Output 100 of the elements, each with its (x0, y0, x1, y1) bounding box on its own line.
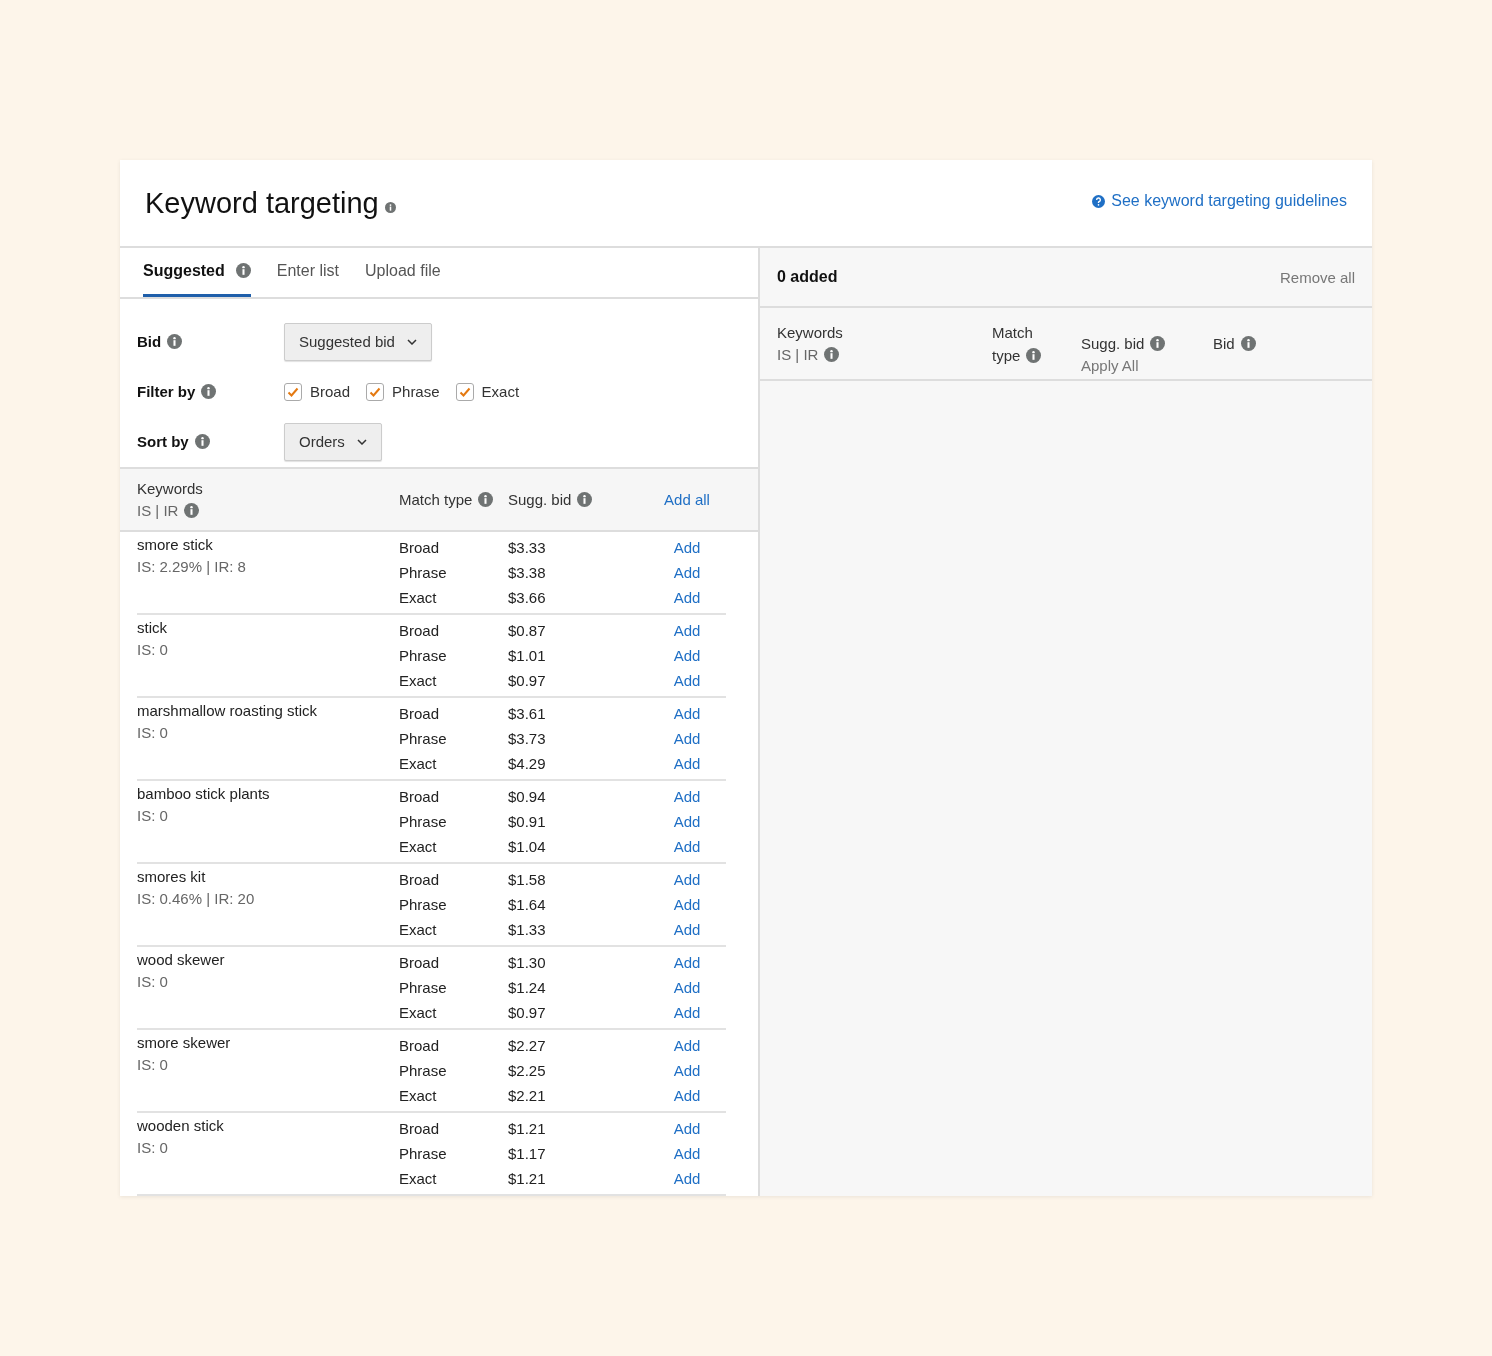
column-header: Match type (992, 323, 1033, 364)
field-label: Bid (137, 333, 162, 351)
checkbox-label: Exact (481, 383, 520, 401)
match-type-cell-text: Phrase (399, 730, 448, 747)
add-link[interactable]: Add (673, 896, 701, 913)
add-link[interactable]: Add (673, 1120, 701, 1137)
match-type-cell-text: Broad (399, 788, 441, 805)
add-link[interactable]: Add (673, 705, 701, 722)
add-link[interactable]: Add (673, 539, 701, 556)
add-all-link[interactable]: Add all (664, 490, 710, 508)
info-icon[interactable] (201, 384, 217, 400)
sort-dropdown[interactable]: Orders (284, 422, 382, 461)
info-icon[interactable] (1240, 336, 1256, 351)
add-link[interactable]: Add (673, 647, 701, 664)
add-link[interactable]: Add (673, 979, 701, 996)
add-link[interactable]: Add (673, 1062, 701, 1079)
tab[interactable]: Upload file (365, 248, 441, 297)
match-type-cell-text: Phrase (399, 1062, 448, 1079)
match-type-cell-text: Phrase (399, 896, 448, 913)
caret-icon (356, 438, 367, 445)
add-link[interactable]: Add (673, 564, 701, 581)
match-type-cell-text: Phrase (399, 979, 448, 996)
add-link[interactable]: Add (673, 730, 701, 747)
match-type-cell-text: Exact (399, 1170, 438, 1187)
match-type-cell-text: Exact (399, 589, 438, 606)
keyword-stats: IS: 2.29% | IR: 8 (137, 558, 247, 575)
info-icon[interactable] (235, 263, 251, 279)
info-icon[interactable] (478, 491, 494, 507)
add-link[interactable]: Add (673, 954, 701, 971)
match-type-cell-text: Exact (399, 1004, 438, 1021)
checkbox[interactable] (455, 382, 474, 401)
bid-cell-text: $1.17 (508, 1145, 547, 1162)
bid-cell-text: $3.66 (508, 589, 547, 606)
tab[interactable]: Enter list (276, 248, 340, 297)
remove-all-link[interactable]: Remove all (1279, 268, 1355, 286)
bid-cell-text: $4.29 (508, 755, 547, 772)
page-title: Keyword targeting (145, 186, 379, 220)
add-link[interactable]: Add (673, 788, 701, 805)
info-icon[interactable] (167, 334, 183, 350)
bid-cell-text: $1.21 (508, 1170, 547, 1187)
info-icon[interactable] (194, 434, 210, 450)
bid-cell-text: $1.58 (508, 871, 547, 888)
tab[interactable]: Suggested (143, 248, 251, 297)
guidelines-link[interactable]: See keyword targeting guidelines (1092, 192, 1347, 210)
keyword-stats: IS: 0 (137, 807, 169, 824)
match-type-cell-text: Broad (399, 954, 441, 971)
bid-cell-text: $1.04 (508, 838, 547, 855)
info-icon[interactable] (824, 347, 840, 362)
help-icon[interactable] (1092, 194, 1106, 208)
add-link[interactable]: Add (673, 1170, 701, 1187)
bid-cell-text: $3.61 (508, 705, 547, 722)
info-icon[interactable] (384, 201, 396, 213)
add-link[interactable]: Add (673, 1087, 701, 1104)
add-link[interactable]: Add (673, 755, 701, 772)
add-link[interactable]: Add (673, 672, 701, 689)
checkbox-label: Broad (310, 383, 351, 401)
keyword-stats: IS: 0 (137, 724, 169, 741)
bid-cell-text: $0.87 (508, 622, 547, 639)
bid-cell-text: $0.91 (508, 813, 547, 830)
match-type-cell-text: Broad (399, 871, 441, 888)
add-link[interactable]: Add (673, 1004, 701, 1021)
info-icon[interactable] (1026, 347, 1042, 363)
keyword-stats: IS: 0 (137, 1139, 169, 1156)
match-type-cell-text: Phrase (399, 647, 448, 664)
info-icon[interactable] (1150, 336, 1166, 351)
checkbox[interactable] (284, 382, 302, 401)
column-header: Sugg. bid (508, 490, 572, 508)
keyword-text: smores kit (137, 867, 207, 886)
add-link[interactable]: Add (673, 921, 701, 938)
column-subheader: IS | IR (777, 346, 819, 363)
add-link[interactable]: Add (673, 813, 701, 830)
apply-all-link[interactable]: Apply All (1081, 357, 1213, 374)
bid-cell-text: $2.27 (508, 1037, 547, 1054)
bid-cell-text: $1.33 (508, 921, 547, 938)
bid-cell-text: $2.21 (508, 1087, 547, 1104)
caret-icon (406, 338, 417, 345)
bid-dropdown[interactable]: Suggested bid (284, 322, 432, 361)
checkbox[interactable] (366, 382, 385, 401)
keyword-stats: IS: 0 (137, 1056, 169, 1073)
column-header: Keywords (777, 324, 844, 341)
bid-cell-text: $0.97 (508, 672, 547, 689)
add-link[interactable]: Add (673, 838, 701, 855)
bid-cell-text: $3.73 (508, 730, 547, 747)
match-type-cell-text: Broad (399, 622, 441, 639)
bid-cell-text: $0.97 (508, 1004, 547, 1021)
add-link[interactable]: Add (673, 1037, 701, 1054)
add-link[interactable]: Add (673, 622, 701, 639)
add-link[interactable]: Add (673, 871, 701, 888)
info-icon[interactable] (184, 502, 200, 518)
added-count: 0 added (777, 268, 838, 286)
bid-cell-text: $1.30 (508, 954, 547, 971)
field-label: Filter by (137, 383, 196, 401)
match-type-cell-text: Exact (399, 921, 438, 938)
keyword-stats: IS: 0.46% | IR: 20 (137, 890, 256, 907)
bid-cell-text: $1.01 (508, 647, 547, 664)
match-type-cell-text: Broad (399, 1037, 441, 1054)
info-icon[interactable] (577, 491, 593, 507)
add-link[interactable]: Add (673, 1145, 701, 1162)
keyword-text: wooden stick (137, 1116, 225, 1135)
add-link[interactable]: Add (673, 589, 701, 606)
